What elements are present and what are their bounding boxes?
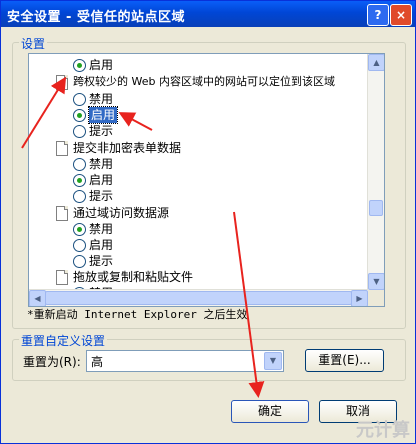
radio-button[interactable] <box>73 174 86 187</box>
document-icon <box>56 75 68 90</box>
window-title: 安全设置 - 受信任的站点区域 <box>7 10 185 25</box>
radio-label: 禁用 <box>89 157 114 171</box>
radio-button[interactable] <box>73 239 86 252</box>
document-icon <box>56 141 68 156</box>
vertical-scrollbar[interactable]: ▲ ▼ <box>367 54 384 290</box>
scroll-corner <box>368 290 384 306</box>
radio-button[interactable] <box>73 223 86 236</box>
reset-group-label: 重置自定义设置 <box>19 332 108 349</box>
settings-group-label: 设置 <box>19 35 48 52</box>
restart-note: *重新启动 Internet Explorer 之后生效 <box>27 308 248 321</box>
radio-label: 提示 <box>89 189 114 203</box>
scroll-right-button[interactable]: ▶ <box>351 290 368 306</box>
security-settings-dialog: 安全设置 - 受信任的站点区域 ? × 设置 启用 跨权较少的 Web 内容区域… <box>0 0 416 444</box>
radio-label: 启用 <box>89 58 114 72</box>
reset-button[interactable]: 重置(E)... <box>305 349 384 372</box>
category-label: 跨权较少的 Web 内容区域中的网站可以定位到该区域 <box>73 75 335 88</box>
radio-button[interactable] <box>73 59 86 72</box>
document-icon <box>56 270 68 285</box>
close-button[interactable]: × <box>390 4 412 26</box>
reset-level-value: 高 <box>91 355 104 369</box>
radio-label: 启用 <box>89 173 114 187</box>
radio-label: 启用 <box>89 238 114 252</box>
horizontal-scroll-thumb[interactable] <box>45 291 352 305</box>
watermark: 元计算 <box>356 420 410 441</box>
document-icon <box>56 206 68 221</box>
category-label: 拖放或复制和粘贴文件 <box>73 270 194 284</box>
category-label: 提交非加密表单数据 <box>73 141 182 155</box>
help-button[interactable]: ? <box>367 4 389 26</box>
vertical-scroll-thumb[interactable] <box>369 200 383 216</box>
radio-button[interactable] <box>73 125 86 138</box>
reset-level-select[interactable]: 高 ▼ <box>86 350 284 372</box>
category-label: 通过域访问数据源 <box>73 206 170 220</box>
scroll-left-button[interactable]: ◀ <box>29 290 46 306</box>
radio-label: 禁用 <box>89 222 114 236</box>
radio-button[interactable] <box>73 93 86 106</box>
scroll-up-button[interactable]: ▲ <box>368 54 384 71</box>
chevron-down-icon[interactable]: ▼ <box>264 352 282 370</box>
radio-label: 禁用 <box>89 92 114 106</box>
settings-tree[interactable]: 启用 跨权较少的 Web 内容区域中的网站可以定位到该区域 禁用 启用 提示 提… <box>28 53 385 307</box>
radio-button[interactable] <box>73 109 86 122</box>
title-bar[interactable]: 安全设置 - 受信任的站点区域 ? × <box>1 1 415 27</box>
radio-button[interactable] <box>73 255 86 268</box>
radio-label: 提示 <box>89 124 114 138</box>
radio-label: 启用 <box>87 106 119 124</box>
horizontal-scrollbar[interactable]: ◀ ▶ <box>29 289 368 306</box>
ok-button[interactable]: 确定 <box>231 400 309 423</box>
radio-button[interactable] <box>73 190 86 203</box>
radio-button[interactable] <box>73 158 86 171</box>
scroll-down-button[interactable]: ▼ <box>368 273 384 290</box>
reset-to-label: 重置为(R): <box>23 355 81 369</box>
radio-label: 提示 <box>89 254 114 268</box>
